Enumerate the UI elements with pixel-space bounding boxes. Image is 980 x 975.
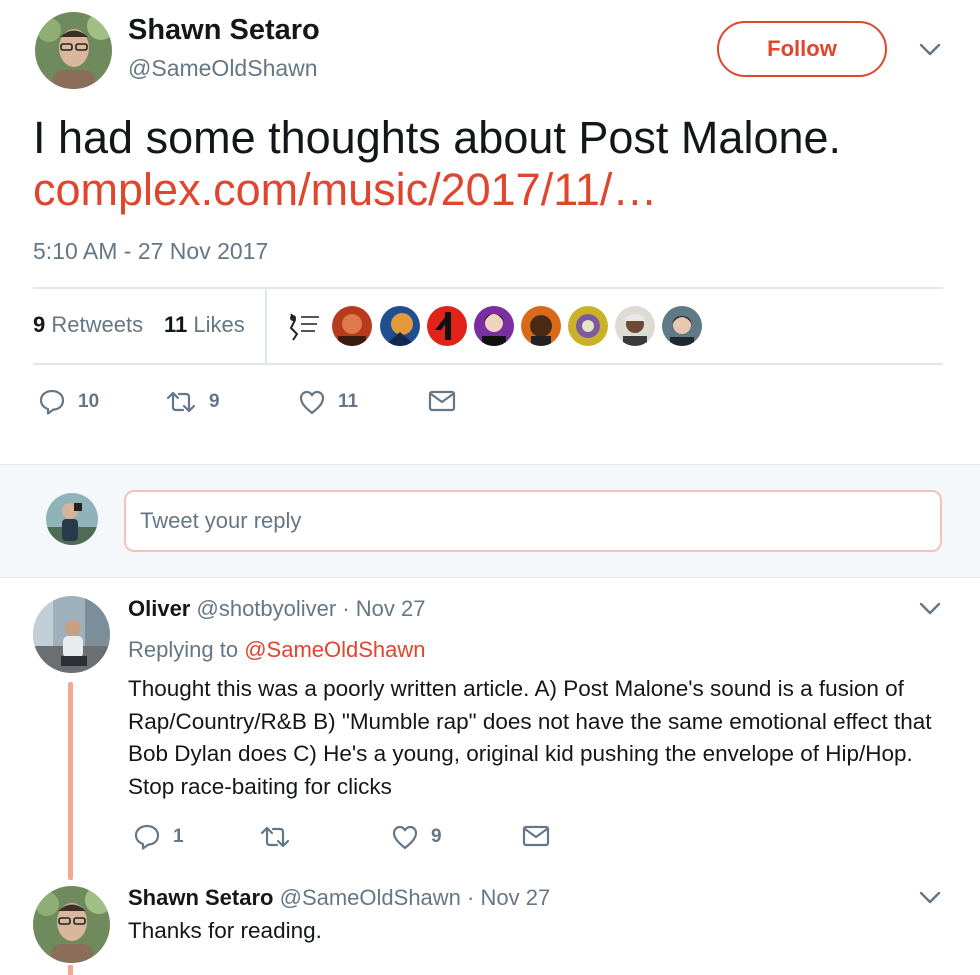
divider [33,363,943,365]
replying-to-handle[interactable]: @SameOldShawn [244,637,425,662]
retweets-stat[interactable]: 9 Retweets [33,312,143,338]
liker-avatar[interactable] [283,306,323,346]
like-count: 9 [431,826,442,847]
retweet-action[interactable] [259,823,303,851]
reply-date[interactable]: · Nov 27 [342,596,425,621]
author-name[interactable]: Shawn Setaro [128,14,320,47]
message-icon [522,825,550,847]
replying-to: Replying to @SameOldShawn [128,637,426,663]
like-action[interactable]: 9 [391,823,442,851]
liker-avatar[interactable] [427,306,467,346]
author-handle[interactable]: @SameOldShawn [128,55,318,82]
retweet-icon [166,391,196,413]
liker-avatar[interactable] [521,306,561,346]
retweet-icon [260,826,290,848]
reply-count: 10 [78,391,100,412]
thread-line [68,682,73,880]
retweet-count: 9 [209,391,220,412]
message-icon [428,390,456,412]
reply-header: Oliver @shotbyoliver · Nov 27 [128,596,426,622]
tweet-text: I had some thoughts about Post Malone. [33,112,842,163]
reply-icon [39,389,65,415]
like-count: 11 [338,391,359,412]
reply-author-name[interactable]: Shawn Setaro [128,885,273,910]
reply-author-name[interactable]: Oliver [128,596,190,621]
tweet-timestamp[interactable]: 5:10 AM - 27 Nov 2017 [33,238,268,265]
message-action[interactable] [428,388,456,414]
reply-action[interactable]: 10 [38,388,99,416]
reply-input[interactable]: Tweet your reply [124,490,942,552]
current-user-avatar[interactable] [46,493,98,545]
like-icon [392,825,418,850]
reply-input-placeholder: Tweet your reply [140,508,302,533]
thread-line [68,965,73,975]
liker-avatar[interactable] [662,306,702,346]
likes-count: 11 [164,312,188,337]
chevron-down-icon[interactable] [915,594,945,624]
replying-to-label: Replying to [128,637,239,662]
follow-button[interactable]: Follow [717,21,887,77]
reply-icon [134,824,160,850]
reply-text: Thought this was a poorly written articl… [128,676,932,799]
divider [33,287,943,289]
like-action[interactable]: 11 [298,388,358,416]
liker-avatar[interactable] [568,306,608,346]
reply-author-handle[interactable]: @shotbyoliver [197,596,337,621]
likes-label: Likes [193,312,245,337]
retweets-count: 9 [33,312,46,337]
liker-avatar[interactable] [380,306,420,346]
reply-author-avatar[interactable] [33,886,110,963]
liker-avatar[interactable] [615,306,655,346]
reply-action[interactable]: 1 [133,823,184,851]
tweet-link[interactable]: complex.com/music/2017/11/… [33,164,657,216]
retweet-action[interactable]: 9 [165,388,220,416]
liker-avatar[interactable] [332,306,372,346]
likes-stat[interactable]: 11 Likes [164,312,245,338]
reply-text: Thanks for reading. [128,918,322,943]
chevron-down-icon[interactable] [915,35,945,65]
retweets-label: Retweets [51,312,144,337]
reply-author-handle[interactable]: @SameOldShawn [280,885,461,910]
reply-header: Shawn Setaro @SameOldShawn · Nov 27 [128,885,550,911]
chevron-down-icon[interactable] [915,883,945,913]
reply-count: 1 [173,826,184,847]
liker-avatar[interactable] [474,306,514,346]
message-action[interactable] [522,823,550,849]
like-icon [299,390,325,415]
stats-divider [265,289,267,364]
reply-author-avatar[interactable] [33,596,110,673]
reply-date[interactable]: · Nov 27 [467,885,550,910]
author-avatar[interactable] [35,12,112,89]
